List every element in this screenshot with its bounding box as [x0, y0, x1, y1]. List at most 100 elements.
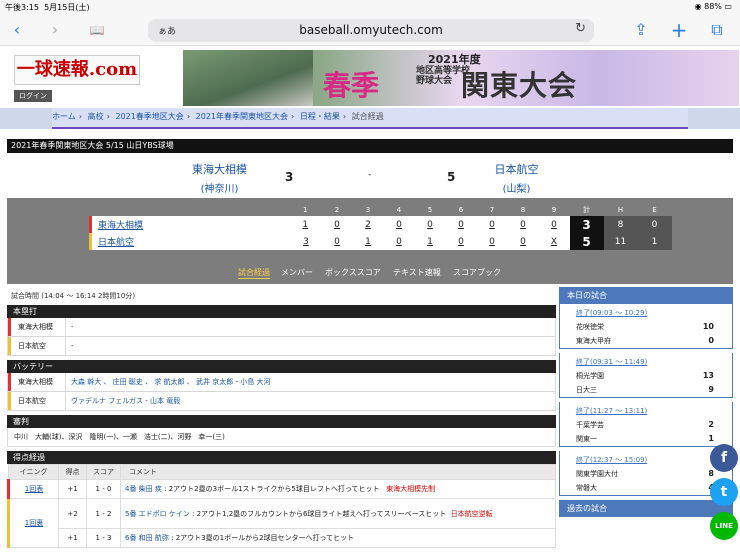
- away-team[interactable]: 日本航空 (山梨): [484, 161, 549, 195]
- pitcher-links[interactable]: 大森 幹大 、 庄田 聡史 、 求 航太郎 、 武井 京太郎: [71, 378, 233, 386]
- game-status[interactable]: 終了(12:37 〜 15:09): [560, 451, 732, 467]
- away-team-name[interactable]: 日本航空: [495, 163, 539, 176]
- inning-header: 1: [303, 206, 308, 214]
- battery-indicator: ◉ 88% ▭: [694, 2, 732, 11]
- line-score-team[interactable]: 東海大相模: [89, 216, 291, 233]
- game-team-score: 1: [708, 434, 714, 443]
- catcher-link[interactable]: 小島 大河: [240, 378, 270, 386]
- tab-boxscore[interactable]: ボックススコア: [325, 267, 381, 278]
- home-team-name[interactable]: 東海大相模: [192, 163, 247, 176]
- login-button[interactable]: ログイン: [14, 90, 52, 102]
- crumb-regional[interactable]: 2021春季地区大会: [115, 112, 183, 121]
- game-team-row: 桐光学園 13: [560, 369, 732, 383]
- inning-score[interactable]: 0: [476, 216, 508, 233]
- game-card[interactable]: 終了(09:31 〜 11:49) 桐光学園 13 日大三 9: [559, 353, 733, 398]
- home-runs: 3: [285, 170, 294, 184]
- crumb-home[interactable]: ホーム: [52, 112, 76, 121]
- homerun-team: 日本航空: [8, 337, 66, 355]
- banner-spring: 春季: [323, 69, 380, 102]
- batter-link[interactable]: 5番 エドポロ ケイン: [125, 510, 190, 518]
- forward-icon[interactable]: ›: [44, 19, 66, 41]
- inning-score[interactable]: 1: [352, 233, 384, 250]
- comment-cell: 6番 和田 航弥 : 2アウト3塁の1ボールから2球目センターへ打ってヒット: [120, 528, 556, 548]
- inning-score[interactable]: 0: [414, 216, 446, 233]
- game-team-row: 常磐大4: [560, 481, 732, 495]
- past-games-link[interactable]: 過去の試合: [559, 500, 733, 517]
- tab-progress[interactable]: 試合経過: [238, 267, 270, 279]
- catcher-link[interactable]: 山本 竜毅: [150, 397, 180, 405]
- inning-score[interactable]: 0: [383, 216, 415, 233]
- crumb-kanto[interactable]: 2021年春季関東地区大会: [196, 112, 288, 121]
- inning-score[interactable]: 0: [507, 216, 539, 233]
- play-description: : 2アウト1,2塁のフルカウントから6球目ライト越えへ打ってスリーベースヒット: [189, 509, 447, 518]
- inning-score[interactable]: X: [538, 233, 570, 250]
- inning-score[interactable]: 2: [352, 216, 384, 233]
- banner-photo: [183, 50, 313, 106]
- homerun-row: 日本航空 -: [7, 337, 556, 356]
- share-icon[interactable]: ⇪: [630, 19, 652, 41]
- game-card[interactable]: 終了(11:27 〜 13:11) 千葉学芸 2 関東一 1: [559, 402, 733, 447]
- tab-scorebook[interactable]: スコアブック: [453, 267, 501, 278]
- inning-score[interactable]: 0: [321, 233, 353, 250]
- back-icon[interactable]: ‹: [6, 19, 28, 41]
- browser-toolbar: ‹ › 📖 ぁあ baseball.omyutech.com ↻ ⇪ + ⧉: [0, 14, 740, 46]
- game-team-score: 0: [708, 336, 714, 345]
- game-card[interactable]: 終了(09:03 〜 10:29) 花咲徳栄 10 東海大甲府 0: [559, 304, 733, 349]
- play-description: : 2アウト3塁の1ボールから2球目センターへ打ってヒット: [168, 534, 355, 542]
- away-runs: 5: [447, 170, 456, 184]
- crumb-highschool[interactable]: 高校: [88, 112, 104, 121]
- bookmarks-icon[interactable]: 📖: [86, 19, 108, 41]
- inning-score[interactable]: 1: [290, 216, 322, 233]
- total-runs: 3: [569, 216, 604, 233]
- away-team-pref: (山梨): [502, 184, 531, 195]
- game-team-score: 8: [708, 469, 714, 478]
- game-time: 試合時間 (14:04 〜 16:14 2時間10分): [11, 292, 136, 300]
- batter-link[interactable]: 6番 和田 航弥: [125, 534, 169, 542]
- points-cell: +1: [58, 528, 87, 548]
- points-cell: +1: [58, 479, 87, 499]
- inning-link[interactable]: 1回表: [7, 479, 59, 499]
- inning-header: 2: [334, 206, 340, 214]
- inning-score[interactable]: 1: [414, 233, 446, 250]
- status-bar: 午後3:15 5月15日(土) ◉ 88% ▭: [0, 0, 740, 14]
- game-status[interactable]: 終了(11:27 〜 13:11): [560, 402, 732, 418]
- game-card[interactable]: 終了(12:37 〜 15:09) 関東学園大付 8 常磐大4: [559, 451, 733, 496]
- line-icon[interactable]: LINE: [710, 512, 738, 540]
- batter-link[interactable]: 4番 柴田 疾: [125, 485, 162, 493]
- crumb-current: 試合経過: [351, 112, 384, 121]
- tabs-icon[interactable]: ⧉: [706, 19, 728, 41]
- inning-link[interactable]: 1回裏: [7, 498, 59, 548]
- inning-score[interactable]: 0: [538, 216, 570, 233]
- reload-icon[interactable]: ↻: [575, 21, 586, 36]
- line-score-header: 1 2 3 4 5 6 7 8 9 計 H E: [91, 204, 672, 216]
- game-team-score: 13: [702, 371, 714, 380]
- pitcher-links[interactable]: ヴァデルナ フェルガス: [71, 397, 143, 405]
- inning-score[interactable]: 0: [445, 216, 477, 233]
- inning-score[interactable]: 3: [290, 233, 322, 250]
- inning-score[interactable]: 0: [445, 233, 477, 250]
- inning-score[interactable]: 0: [507, 233, 539, 250]
- game-status[interactable]: 終了(09:31 〜 11:49): [560, 353, 732, 369]
- site-logo[interactable]: 一球速報.com: [14, 55, 140, 85]
- crumb-schedule[interactable]: 日程・結果: [300, 112, 340, 121]
- inning-score[interactable]: 0: [476, 233, 508, 250]
- score-cell: 1 - 2: [86, 498, 121, 529]
- game-team-row: 関東学園大付 8: [560, 467, 732, 481]
- tab-members[interactable]: メンバー: [281, 267, 313, 278]
- inning-score[interactable]: 0: [321, 216, 353, 233]
- inning-score[interactable]: 0: [383, 233, 415, 250]
- address-bar[interactable]: ぁあ baseball.omyutech.com ↻: [148, 19, 594, 42]
- facebook-icon[interactable]: f: [710, 444, 738, 472]
- url-text[interactable]: baseball.omyutech.com: [148, 23, 594, 37]
- tournament-banner[interactable]: 2021年度 春季 地区高等学校 野球大会 関東大会: [183, 50, 739, 106]
- homerun-value: -: [71, 342, 74, 350]
- inning-header: 4: [396, 206, 402, 214]
- play-note: 日本航空逆転: [450, 509, 493, 518]
- game-status[interactable]: 終了(09:03 〜 10:29): [560, 304, 732, 320]
- tab-text-live[interactable]: テキスト速報: [393, 267, 441, 278]
- line-score-team[interactable]: 日本航空: [89, 233, 291, 250]
- game-team: 千葉学芸: [576, 421, 604, 429]
- new-tab-icon[interactable]: +: [668, 19, 690, 41]
- home-team[interactable]: 東海大相模 (神奈川): [187, 161, 252, 195]
- twitter-icon[interactable]: t: [710, 478, 738, 506]
